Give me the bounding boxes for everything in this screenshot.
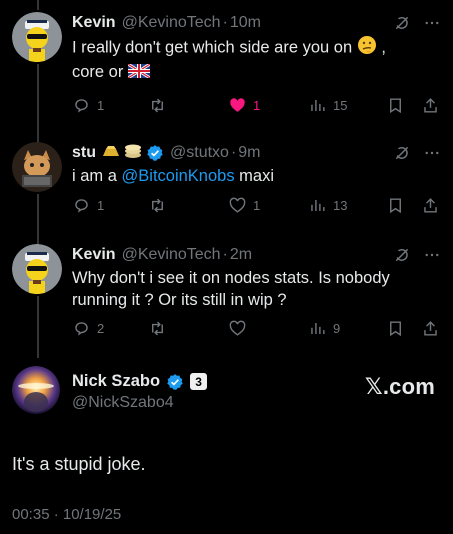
verified-badge-icon[interactable]	[146, 144, 164, 162]
bookmark-button[interactable]	[386, 196, 405, 215]
views-button[interactable]: 13	[308, 196, 347, 215]
gold-bar-icon	[101, 144, 121, 163]
retweet-button[interactable]	[148, 319, 167, 338]
coins-icon	[124, 143, 142, 164]
retweet-button[interactable]	[148, 96, 167, 115]
tweet-text: i am a @BitcoinKnobs maxi	[72, 167, 275, 185]
mention-link[interactable]: @BitcoinKnobs	[122, 167, 235, 185]
grok-icon[interactable]	[393, 246, 411, 264]
bookmark-button[interactable]	[386, 319, 405, 338]
heart-icon	[229, 320, 246, 336]
retweet-icon	[152, 98, 163, 112]
bookmark-button[interactable]	[386, 96, 405, 115]
avatar[interactable]	[12, 12, 62, 62]
retweet-icon	[152, 198, 163, 212]
tweet-text: Why don't i see it on nodes stats. Is no…	[72, 269, 390, 309]
reply-icon	[75, 198, 88, 213]
retweet-button[interactable]	[148, 196, 167, 215]
author-name[interactable]: stu	[72, 144, 96, 162]
reply-icon	[75, 98, 88, 113]
like-button[interactable]	[228, 319, 247, 338]
author-name[interactable]: Kevin	[72, 14, 116, 32]
reply-tweet-3[interactable]: Kevin @KevinoTech · 2m Why don't i see i…	[0, 244, 453, 354]
bookmark-icon	[390, 320, 401, 336]
tweet-text: It's a stupid joke.	[12, 454, 146, 474]
grok-icon[interactable]	[393, 144, 411, 162]
timestamp[interactable]: 10m	[230, 14, 261, 32]
separator-dot: ·	[222, 246, 228, 263]
reply-button[interactable]: 2	[72, 319, 104, 338]
share-button[interactable]	[421, 319, 440, 338]
reply-tweet-1[interactable]: Kevin @KevinoTech · 10m I really don't g…	[0, 12, 453, 132]
separator-dot: ·	[222, 14, 228, 31]
share-button[interactable]	[421, 96, 440, 115]
share-icon	[424, 197, 437, 213]
avatar[interactable]	[12, 244, 62, 294]
thread-line-top	[37, 0, 39, 10]
main-tweet[interactable]: Nick Szabo 3 @NickSzabo4 𝕏.com It's a st…	[0, 362, 453, 534]
like-button[interactable]: 1	[228, 96, 260, 115]
bookmark-icon	[390, 197, 401, 213]
views-icon	[311, 99, 325, 111]
share-button[interactable]	[421, 196, 440, 215]
author-handle[interactable]: @KevinoTech	[122, 14, 221, 32]
timestamp[interactable]: 2m	[230, 246, 252, 264]
x-com-watermark: 𝕏.com	[364, 374, 435, 399]
affiliate-badge[interactable]: 3	[190, 373, 208, 390]
author-name[interactable]: Nick Szabo	[72, 372, 160, 391]
reply-button[interactable]: 1	[72, 196, 104, 215]
bookmark-icon	[390, 97, 401, 113]
separator-dot: ·	[230, 144, 237, 161]
author-handle[interactable]: @stutxo	[170, 144, 229, 162]
reply-tweet-2[interactable]: stu @stutxo · 9m i am a @BitcoinKnobs ma…	[0, 142, 453, 242]
grok-icon[interactable]	[393, 14, 411, 32]
like-button[interactable]: 1	[228, 196, 260, 215]
author-handle[interactable]: @KevinoTech	[122, 246, 221, 264]
views-icon	[311, 322, 325, 334]
more-icon[interactable]	[423, 144, 441, 162]
heart-filled-icon	[230, 97, 245, 112]
retweet-icon	[152, 321, 163, 335]
reply-icon	[75, 321, 88, 336]
share-icon	[424, 320, 437, 336]
views-icon	[311, 199, 325, 211]
avatar[interactable]	[12, 366, 60, 414]
author-handle[interactable]: @NickSzabo4	[72, 394, 174, 412]
reply-button[interactable]: 1	[72, 96, 104, 115]
heart-icon	[229, 197, 246, 213]
timestamp[interactable]: 9m	[238, 144, 260, 162]
views-button[interactable]: 15	[308, 96, 347, 115]
uk-flag-icon	[127, 62, 151, 84]
more-icon[interactable]	[423, 14, 441, 32]
avatar[interactable]	[12, 142, 62, 192]
share-icon	[424, 97, 437, 113]
timestamp[interactable]: 00:35 · 10/19/25	[12, 506, 121, 523]
verified-badge-icon[interactable]	[166, 373, 184, 391]
thinking-emoji-icon	[357, 35, 377, 61]
tweet-text: I really don't get which side are you on…	[72, 35, 441, 84]
author-name[interactable]: Kevin	[72, 246, 116, 264]
more-icon[interactable]	[423, 246, 441, 264]
views-button[interactable]: 9	[308, 319, 340, 338]
